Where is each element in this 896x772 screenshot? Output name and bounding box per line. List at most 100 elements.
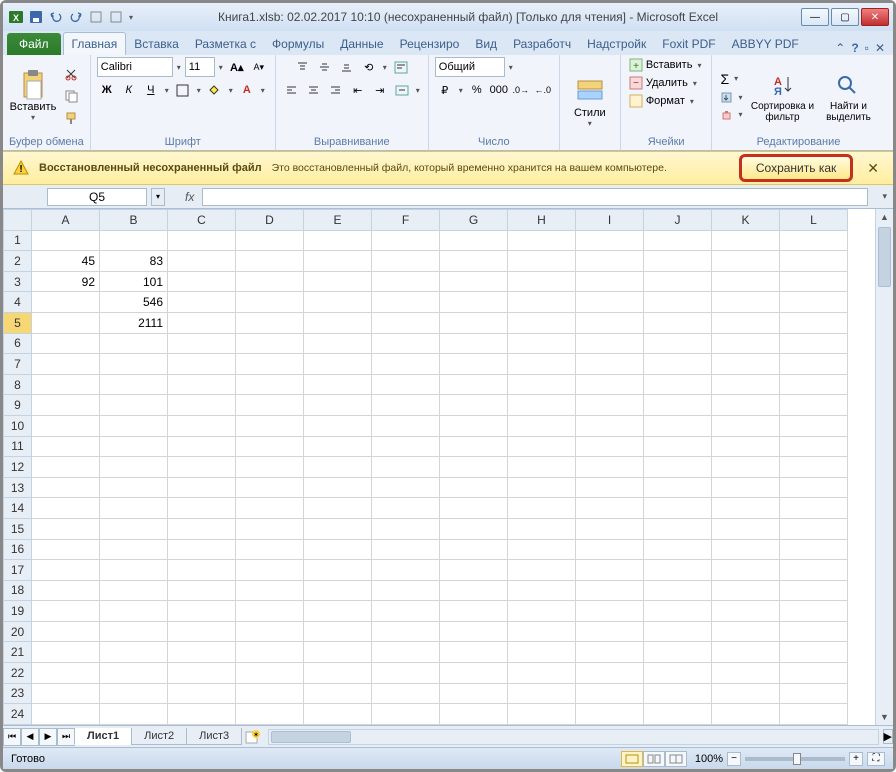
cell[interactable] xyxy=(508,230,576,251)
cell[interactable] xyxy=(236,354,304,375)
cell[interactable] xyxy=(236,292,304,313)
cell[interactable] xyxy=(304,601,372,622)
cell[interactable] xyxy=(508,539,576,560)
cell[interactable] xyxy=(712,251,780,272)
doc-close-icon[interactable]: ✕ xyxy=(875,41,885,55)
cell[interactable] xyxy=(712,477,780,498)
tab-insert[interactable]: Вставка xyxy=(126,33,187,55)
cell[interactable]: 101 xyxy=(100,271,168,292)
tab-layout[interactable]: Разметка с xyxy=(187,33,264,55)
cell[interactable] xyxy=(100,601,168,622)
cell[interactable] xyxy=(372,292,440,313)
col-header[interactable]: L xyxy=(780,210,848,231)
cell[interactable] xyxy=(32,642,100,663)
cell[interactable] xyxy=(780,457,848,478)
row-header[interactable]: 14 xyxy=(4,498,32,519)
cell[interactable] xyxy=(576,333,644,354)
cell[interactable] xyxy=(780,415,848,436)
cell[interactable] xyxy=(644,704,712,725)
cell[interactable] xyxy=(168,477,236,498)
cell[interactable] xyxy=(712,374,780,395)
fx-icon[interactable]: fx xyxy=(165,190,202,204)
cell[interactable] xyxy=(780,230,848,251)
cell[interactable] xyxy=(576,601,644,622)
bold-button[interactable]: Ж xyxy=(97,80,117,100)
cell[interactable] xyxy=(780,374,848,395)
cell[interactable] xyxy=(236,374,304,395)
cell[interactable] xyxy=(644,560,712,581)
cell[interactable] xyxy=(576,354,644,375)
cell[interactable] xyxy=(576,663,644,684)
cell[interactable] xyxy=(780,580,848,601)
cell[interactable] xyxy=(576,292,644,313)
cell[interactable] xyxy=(236,395,304,416)
row-header[interactable]: 24 xyxy=(4,704,32,725)
cell[interactable] xyxy=(236,601,304,622)
cell[interactable] xyxy=(576,580,644,601)
cell[interactable] xyxy=(304,395,372,416)
cell[interactable]: 92 xyxy=(32,271,100,292)
merge-icon[interactable] xyxy=(392,80,412,100)
cell[interactable] xyxy=(440,312,508,333)
cell[interactable] xyxy=(168,230,236,251)
cell[interactable] xyxy=(32,477,100,498)
row-header[interactable]: 12 xyxy=(4,457,32,478)
cell[interactable] xyxy=(508,560,576,581)
cell[interactable] xyxy=(780,498,848,519)
cell[interactable] xyxy=(100,560,168,581)
cell[interactable]: 546 xyxy=(100,292,168,313)
cell[interactable] xyxy=(440,683,508,704)
cell[interactable] xyxy=(372,333,440,354)
cell[interactable] xyxy=(100,436,168,457)
cell[interactable] xyxy=(236,580,304,601)
cell[interactable] xyxy=(440,251,508,272)
col-header[interactable]: K xyxy=(712,210,780,231)
cell[interactable] xyxy=(712,498,780,519)
cell[interactable] xyxy=(236,642,304,663)
cell[interactable] xyxy=(440,601,508,622)
cell[interactable] xyxy=(440,663,508,684)
scroll-up-icon[interactable]: ▲ xyxy=(876,209,893,225)
cell[interactable]: 83 xyxy=(100,251,168,272)
cell[interactable] xyxy=(32,374,100,395)
cell[interactable] xyxy=(236,704,304,725)
cell[interactable] xyxy=(508,601,576,622)
cell[interactable] xyxy=(372,415,440,436)
cell[interactable] xyxy=(168,663,236,684)
decrease-font-icon[interactable]: A▾ xyxy=(249,57,269,77)
cell[interactable] xyxy=(168,642,236,663)
cell[interactable] xyxy=(440,292,508,313)
cell[interactable] xyxy=(304,230,372,251)
cell[interactable] xyxy=(304,621,372,642)
cell[interactable] xyxy=(32,312,100,333)
row-header[interactable]: 3 xyxy=(4,271,32,292)
cell[interactable] xyxy=(32,518,100,539)
cell[interactable] xyxy=(32,230,100,251)
cell[interactable] xyxy=(100,374,168,395)
cell[interactable] xyxy=(712,642,780,663)
cell[interactable] xyxy=(168,395,236,416)
view-page-break-icon[interactable] xyxy=(665,751,687,767)
cell[interactable] xyxy=(644,683,712,704)
col-header[interactable]: B xyxy=(100,210,168,231)
cell[interactable] xyxy=(372,271,440,292)
cell[interactable] xyxy=(372,601,440,622)
sheet-tab-1[interactable]: Лист1 xyxy=(74,728,132,745)
ribbon-minimize-icon[interactable]: ⌃ xyxy=(835,41,845,55)
cell[interactable] xyxy=(168,354,236,375)
cell[interactable] xyxy=(304,683,372,704)
font-color-icon[interactable]: A xyxy=(237,80,257,100)
row-header[interactable]: 7 xyxy=(4,354,32,375)
cell[interactable] xyxy=(440,395,508,416)
cell[interactable] xyxy=(508,683,576,704)
row-header[interactable]: 19 xyxy=(4,601,32,622)
cell[interactable] xyxy=(304,271,372,292)
excel-icon[interactable]: X xyxy=(7,8,25,26)
hscroll-thumb[interactable] xyxy=(271,731,351,743)
find-select-button[interactable]: Найти и выделить xyxy=(818,69,878,123)
cell[interactable] xyxy=(236,271,304,292)
cell[interactable] xyxy=(168,251,236,272)
vertical-scrollbar[interactable]: ▲ ▼ xyxy=(875,209,893,725)
cell[interactable] xyxy=(440,374,508,395)
cell[interactable] xyxy=(576,312,644,333)
